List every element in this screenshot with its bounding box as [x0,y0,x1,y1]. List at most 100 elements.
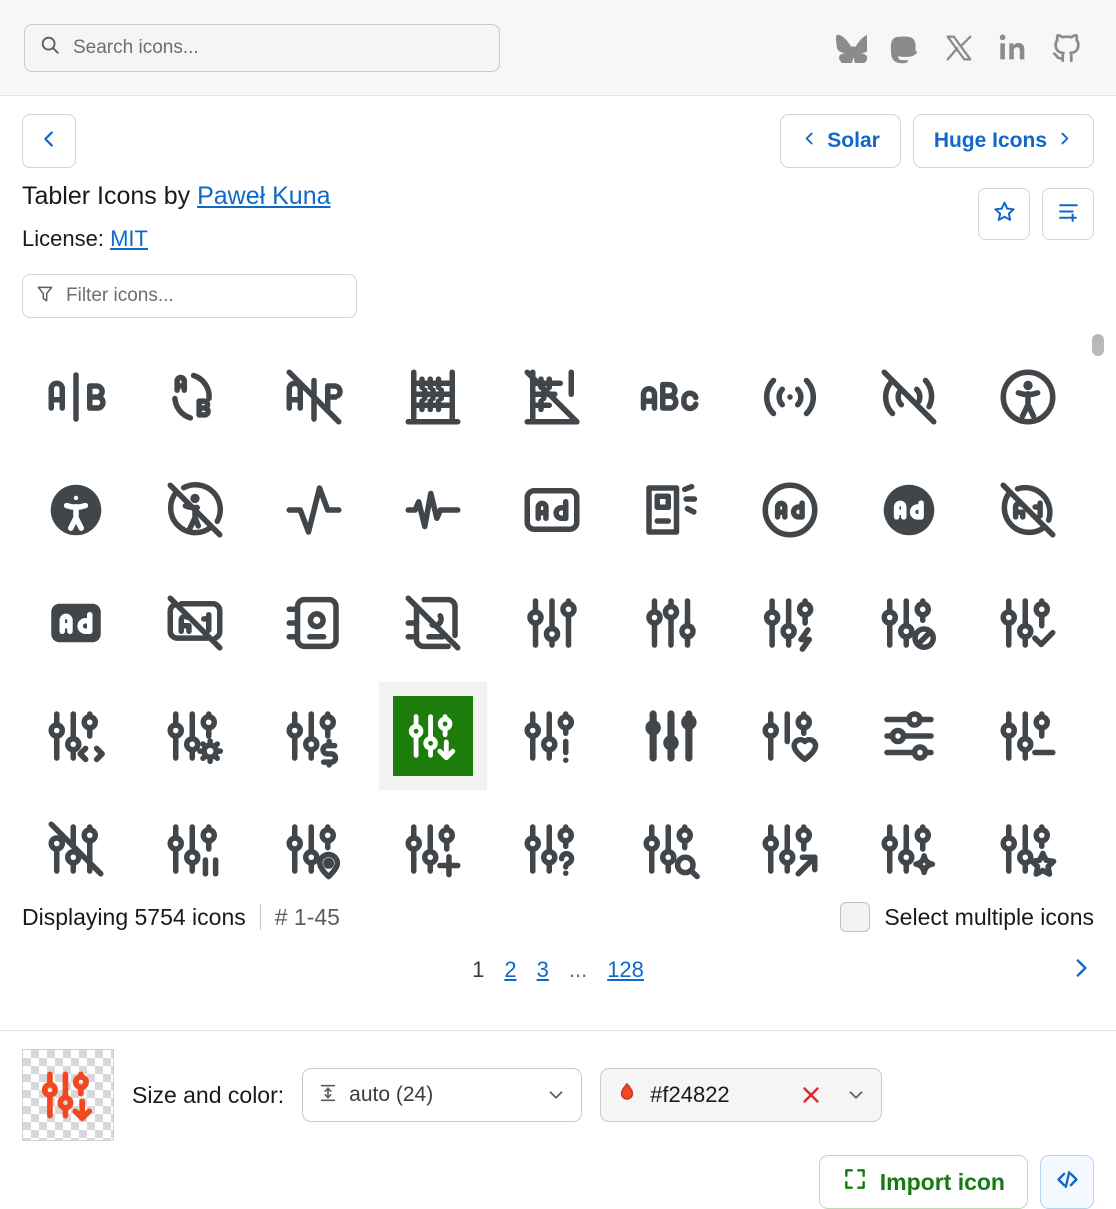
license-line: License: MIT [22,224,1094,254]
address-book-icon [260,569,368,677]
page-2[interactable]: 2 [504,957,516,983]
adjustments-question-icon [498,795,606,903]
chevron-down-icon[interactable] [545,1084,567,1106]
ad-circle-off-icon [974,456,1082,564]
previous-pack-button[interactable]: Solar [780,114,901,168]
page-1[interactable]: 1 [472,957,484,983]
x-icon[interactable] [940,29,978,67]
icon-cell-abacus-off[interactable] [492,340,611,453]
icon-cell-address-book-off[interactable] [373,566,492,679]
icon-cell-ad-circle-filled[interactable] [850,453,969,566]
activity-heartbeat-icon [379,456,487,564]
icon-cell-adjustments-bolt[interactable] [731,566,850,679]
icon-cell-adjustments-pin[interactable] [254,792,373,905]
icon-cell-adjustments-plus[interactable] [373,792,492,905]
bluesky-icon[interactable] [832,29,870,67]
icon-cell-a-b-off[interactable] [254,340,373,453]
icon-cell-adjustments[interactable] [492,566,611,679]
icon-cell-ad-filled[interactable] [16,566,135,679]
icon-cell-a-b[interactable] [16,340,135,453]
accessible-off-icon [141,456,249,564]
favorite-button[interactable] [978,188,1030,240]
icon-cell-activity[interactable] [254,453,373,566]
icon-cell-access-point-off[interactable] [850,340,969,453]
icon-cell-adjustments-spark[interactable] [850,792,969,905]
icon-cell-accessible[interactable] [969,340,1088,453]
icon-cell-abacus[interactable] [373,340,492,453]
size-select[interactable]: auto (24) [302,1068,583,1122]
mastodon-icon[interactable] [886,29,924,67]
back-button[interactable] [22,114,76,168]
icon-cell-ad-off[interactable] [135,566,254,679]
icon-cell-adjustments-alt[interactable] [612,566,731,679]
search-field[interactable] [24,23,500,72]
import-icon-label: Import icon [879,1168,1005,1195]
filter-input[interactable] [64,284,344,308]
select-multiple-toggle[interactable]: Select multiple icons [840,902,1094,932]
color-picker[interactable]: #f24822 [600,1068,883,1122]
icon-cell-adjustments-off[interactable] [16,792,135,905]
grid-scrollbar-thumb[interactable] [1092,334,1104,356]
grid-scrollbar[interactable] [1092,334,1104,882]
chevron-right-icon [1056,129,1073,153]
icon-cell-adjustments-exclamation[interactable] [492,679,611,792]
icon-cell-adjustments-down[interactable] [373,679,492,792]
icon-cell-ad[interactable] [492,453,611,566]
icon-cell-ad-circle[interactable] [731,453,850,566]
github-icon[interactable] [1048,29,1086,67]
icon-cell-a-b-2[interactable] [135,340,254,453]
ad-circle-icon [736,456,844,564]
a-b-icon [22,343,130,451]
icon-cell-ad-2[interactable] [612,453,731,566]
pack-actions [978,188,1094,240]
icon-cell-activity-heartbeat[interactable] [373,453,492,566]
icon-cell-accessible-filled[interactable] [16,453,135,566]
filter-icon [35,284,55,309]
icon-cell-adjustments-check[interactable] [969,566,1088,679]
add-to-list-button[interactable] [1042,188,1094,240]
icon-cell-adjustments-star[interactable] [969,792,1088,905]
icon-cell-adjustments-code[interactable] [16,679,135,792]
view-code-button[interactable] [1040,1155,1094,1209]
icon-cell-adjustments-minus[interactable] [969,679,1088,792]
accessible-filled-icon [22,456,130,564]
icon-cell-adjustments-cog[interactable] [135,679,254,792]
icon-cell-adjustments-dollar[interactable] [254,679,373,792]
icon-cell-address-book[interactable] [254,566,373,679]
icon-cell-abc[interactable] [612,340,731,453]
license-link[interactable]: MIT [110,226,148,251]
icon-cell-adjustments-search[interactable] [612,792,731,905]
page-ellipsis: ... [568,957,588,982]
select-multiple-checkbox[interactable] [840,902,871,932]
adjustments-cog-icon [141,682,249,790]
icon-cell-adjustments-pause[interactable] [135,792,254,905]
star-icon [992,199,1017,229]
icon-cell-access-point[interactable] [731,340,850,453]
icon-cell-adjustments-share[interactable] [731,792,850,905]
icon-cell-adjustments-horizontal[interactable] [850,679,969,792]
license-label: License: [22,226,111,251]
page-3[interactable]: 3 [537,957,549,983]
pack-author-link[interactable]: Paweł Kuna [197,182,330,210]
import-icon-button[interactable]: Import icon [818,1155,1028,1209]
icon-cell-adjustments-filled[interactable] [612,679,731,792]
icon-cell-adjustments-cancel[interactable] [850,566,969,679]
social-links [832,29,1092,67]
icon-cell-ad-circle-off[interactable] [969,453,1088,566]
clear-color-button[interactable] [798,1082,824,1108]
filter-field[interactable] [22,274,357,318]
linkedin-icon[interactable] [994,29,1032,67]
adjustments-cancel-icon [855,569,963,677]
color-chevron-down-icon[interactable] [845,1084,867,1106]
adjustments-check-icon [974,569,1082,677]
icon-cell-accessible-off[interactable] [135,453,254,566]
page-128[interactable]: 128 [607,957,644,983]
icon-cell-adjustments-question[interactable] [492,792,611,905]
next-pack-button[interactable]: Huge Icons [912,114,1094,168]
icon-cell-adjustments-heart[interactable] [731,679,850,792]
select-multiple-label: Select multiple icons [884,903,1094,930]
adjustments-dollar-icon [260,682,368,790]
adjustments-minus-icon [974,682,1082,790]
next-page-button[interactable] [1068,955,1094,986]
search-input[interactable] [71,35,485,60]
